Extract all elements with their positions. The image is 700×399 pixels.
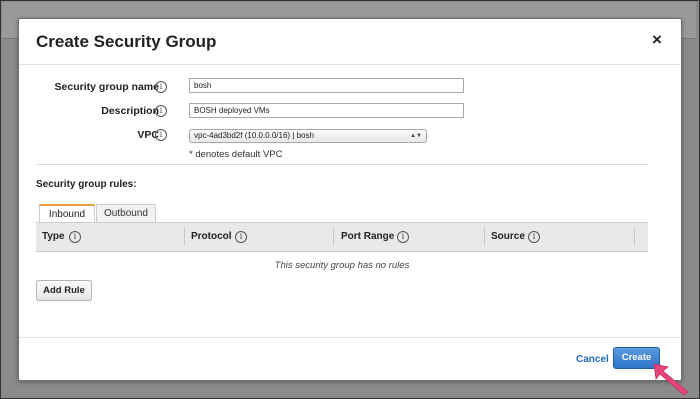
info-icon[interactable]: i — [235, 231, 247, 243]
footer-divider — [19, 337, 681, 338]
section-divider — [36, 164, 648, 165]
column-type[interactable]: Type — [42, 231, 65, 242]
description-input[interactable]: BOSH deployed VMs — [189, 103, 464, 118]
tab-inbound[interactable]: Inbound — [39, 204, 95, 224]
column-separator — [634, 228, 635, 246]
column-separator — [484, 228, 485, 246]
create-security-group-dialog: Create Security Group × Security group n… — [18, 18, 682, 381]
tab-outbound[interactable]: Outbound — [96, 204, 156, 222]
info-icon[interactable]: i — [397, 231, 409, 243]
close-icon[interactable]: × — [649, 31, 665, 49]
empty-rules-message: This security group has no rules — [274, 260, 410, 271]
vpc-select[interactable]: vpc-4ad3bd2f (10.0.0.0/16) | bosh ▲▼ — [189, 129, 427, 143]
column-separator — [333, 228, 334, 246]
info-icon[interactable]: i — [69, 231, 81, 243]
cancel-button[interactable]: Cancel — [576, 354, 609, 365]
tab-inbound-label: Inbound — [48, 209, 86, 220]
column-separator — [184, 228, 185, 246]
column-source[interactable]: Source — [491, 231, 525, 242]
dialog-title: Create Security Group — [36, 32, 217, 51]
default-vpc-note: * denotes default VPC — [189, 149, 283, 160]
security-group-name-input[interactable]: bosh — [189, 78, 464, 93]
column-port-range[interactable]: Port Range — [341, 231, 394, 242]
info-icon[interactable]: i — [155, 81, 167, 93]
dialog-header: Create Security Group × — [19, 19, 681, 65]
info-icon[interactable]: i — [528, 231, 540, 243]
chevron-down-icon: ▲▼ — [410, 133, 422, 139]
info-icon[interactable]: i — [155, 105, 167, 117]
description-label: Description — [101, 105, 159, 117]
add-rule-button[interactable]: Add Rule — [36, 280, 92, 301]
security-group-name-label: Security group name — [54, 81, 159, 93]
column-protocol[interactable]: Protocol — [191, 231, 232, 242]
pointer-arrow-icon — [653, 363, 689, 396]
tab-outbound-label: Outbound — [104, 208, 148, 219]
vpc-selected-value: vpc-4ad3bd2f (10.0.0.0/16) | bosh — [194, 131, 314, 140]
rules-table: Type i Protocol i Port Range i Source i … — [36, 222, 648, 283]
security-group-rules-heading: Security group rules: — [36, 179, 137, 190]
info-icon[interactable]: i — [155, 129, 167, 141]
vpc-label: VPC — [137, 129, 159, 141]
rules-table-header: Type i Protocol i Port Range i Source i — [36, 223, 648, 252]
